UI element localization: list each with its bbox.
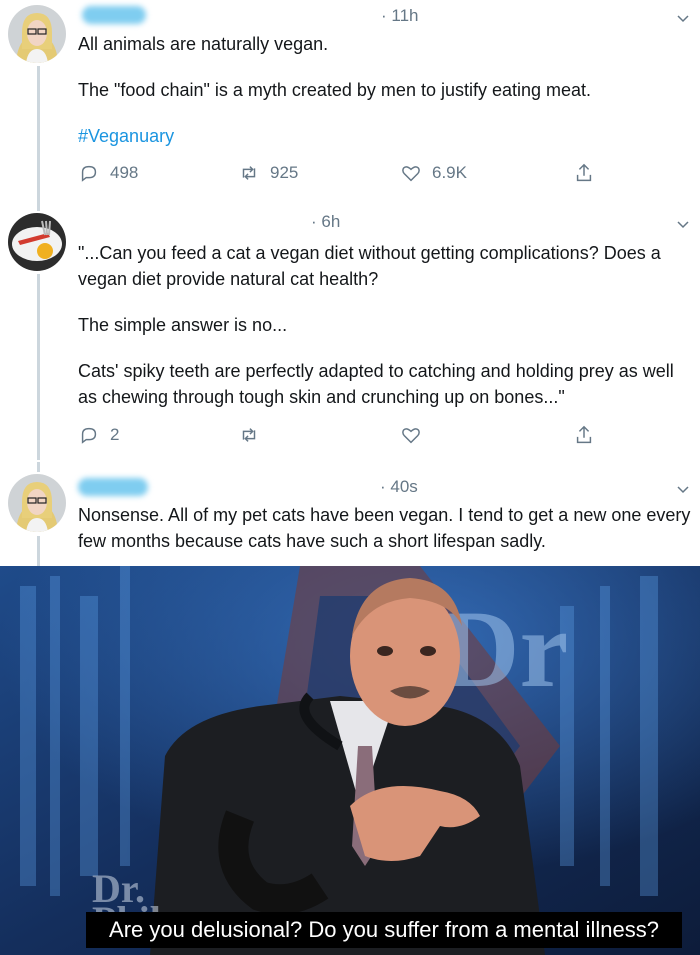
retweet-icon	[242, 428, 256, 442]
reply-count: 498	[110, 163, 139, 182]
like-button[interactable]	[400, 424, 432, 446]
like-button[interactable]: 6.9K	[400, 162, 467, 184]
tweet-body: "...Can you feed a cat a vegan diet with…	[78, 240, 693, 410]
tweet-timestamp[interactable]: · 40s	[380, 477, 418, 497]
tweet-actions: 2	[78, 424, 618, 450]
like-count: 6.9K	[432, 163, 467, 182]
share-icon	[576, 425, 592, 444]
chevron-down-icon[interactable]	[676, 483, 690, 497]
reply-button[interactable]: 498	[78, 162, 138, 184]
thread-connector-line	[37, 462, 40, 472]
hashtag-link[interactable]: #Veganuary	[78, 123, 693, 149]
reply-button[interactable]: 2	[78, 424, 119, 446]
avatar[interactable]	[8, 474, 66, 532]
author-name-redacted[interactable]	[82, 6, 146, 24]
thread-connector-line	[37, 274, 40, 460]
like-icon	[402, 428, 420, 444]
thread-connector-line	[37, 66, 40, 202]
reply-icon	[81, 427, 97, 444]
tweet-text-line: All animals are naturally vegan.	[78, 34, 329, 54]
share-icon	[576, 163, 592, 182]
tweet-1[interactable]: · 11h All animals are naturally vegan. T…	[0, 0, 700, 202]
share-button[interactable]	[573, 162, 595, 184]
retweet-button[interactable]: 925	[238, 162, 298, 184]
like-icon	[402, 166, 420, 182]
meme-image: Dr Dr. Phil	[0, 566, 700, 955]
tweet-body: All animals are naturally vegan. The "fo…	[78, 31, 693, 149]
retweet-icon	[242, 166, 256, 180]
tweet-text-line: Cats' spiky teeth are perfectly adapted …	[78, 361, 674, 407]
meme-caption: Are you delusional? Do you suffer from a…	[86, 912, 682, 948]
chevron-down-icon[interactable]	[676, 12, 690, 26]
tweet-2[interactable]: · 6h "...Can you feed a cat a vegan diet…	[0, 202, 700, 460]
tweet-text-line: Nonsense. All of my pet cats have been v…	[78, 505, 691, 551]
tweet-actions: 498 925 6.9K	[78, 162, 618, 188]
tweet-3[interactable]: · 40s Nonsense. All of my pet cats have …	[0, 462, 700, 566]
chevron-down-icon[interactable]	[676, 218, 690, 232]
tweet-timestamp[interactable]: · 11h	[381, 6, 419, 26]
reply-count: 2	[110, 425, 120, 444]
share-button[interactable]	[573, 424, 595, 446]
thread-connector-line	[37, 536, 40, 566]
thread-connector-line	[37, 202, 40, 211]
avatar[interactable]	[8, 5, 66, 63]
retweet-count: 925	[270, 163, 299, 182]
tweet-thread: · 11h All animals are naturally vegan. T…	[0, 0, 700, 566]
dr-phil-scene: Dr Dr. Phil	[0, 566, 700, 955]
tweet-text-line: "...Can you feed a cat a vegan diet with…	[78, 243, 661, 289]
tweet-body: Nonsense. All of my pet cats have been v…	[78, 502, 693, 554]
tweet-timestamp[interactable]: · 6h	[311, 212, 340, 232]
tweet-text-line: The simple answer is no...	[78, 315, 288, 335]
reply-icon	[81, 165, 97, 182]
avatar[interactable]	[8, 213, 66, 271]
retweet-button[interactable]	[238, 424, 270, 446]
author-name-redacted[interactable]	[78, 478, 148, 496]
tweet-text-line: The "food chain" is a myth created by me…	[78, 80, 592, 100]
